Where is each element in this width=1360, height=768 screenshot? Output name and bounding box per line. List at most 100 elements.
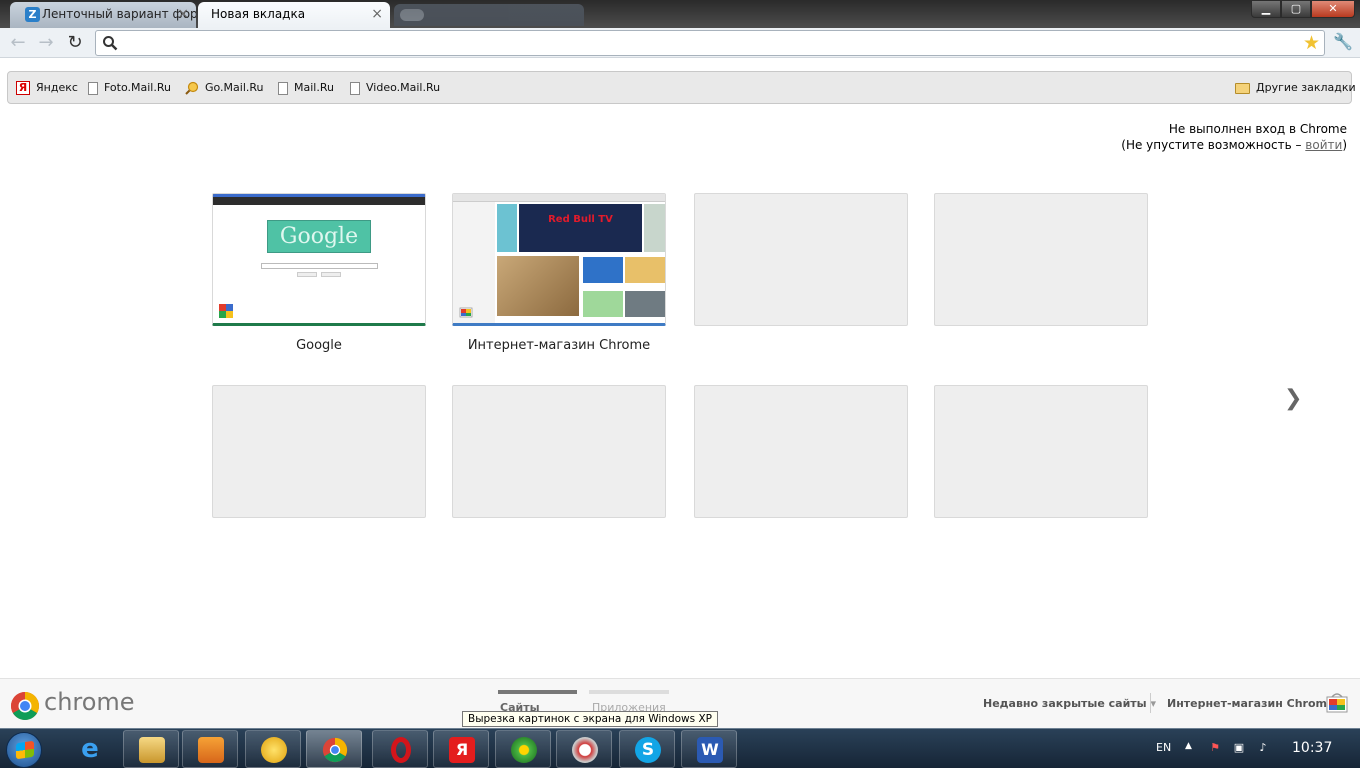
search-icon xyxy=(103,36,118,51)
thumbnail-button xyxy=(297,272,317,277)
thumbnail-empty xyxy=(452,385,666,518)
redbull-banner: Red Bull TV xyxy=(519,204,642,252)
bookmarks-bar: Я Яндекс Foto.Mail.Ru Go.Mail.Ru Mail.Ru … xyxy=(7,71,1356,104)
taskbar-media-player[interactable] xyxy=(182,730,238,768)
volume-icon[interactable]: ♪ xyxy=(1256,741,1270,755)
media-player-icon xyxy=(198,737,224,763)
taskbar-skype[interactable]: S xyxy=(619,730,675,768)
globe-icon xyxy=(261,737,287,763)
google-doodle: Google xyxy=(267,220,371,253)
opera-icon xyxy=(391,737,411,763)
thumbnail-app-tile xyxy=(625,257,665,283)
bookmark-label: Video.Mail.Ru xyxy=(366,81,441,94)
signin-link[interactable]: войти xyxy=(1305,138,1342,152)
webstore-icon xyxy=(459,307,473,318)
bookmark-label: Foto.Mail.Ru xyxy=(104,81,171,94)
signin-notice: Не выполнен вход в Chrome (Не упустите в… xyxy=(1121,121,1347,153)
taskbar-snipping-tool[interactable] xyxy=(556,730,612,768)
thumbnail-chrome-store[interactable]: Red Bull TV xyxy=(452,193,666,326)
signin-promo-text: (Не упустите возможность – xyxy=(1121,138,1302,152)
start-button[interactable] xyxy=(6,732,42,768)
new-tab-icon xyxy=(400,9,424,21)
taskbar-explorer[interactable] xyxy=(123,730,179,768)
other-bookmarks-label: Другие закладки xyxy=(1256,81,1356,94)
minimize-button[interactable]: ▁ xyxy=(1251,0,1281,18)
pager-indicator-sites[interactable] xyxy=(498,690,577,694)
bookmark-mail[interactable]: Mail.Ru xyxy=(278,72,334,103)
bookmark-label: Go.Mail.Ru xyxy=(205,81,264,94)
taskbar-yandex[interactable]: Я xyxy=(433,730,489,768)
tab-label: Новая вкладка xyxy=(211,7,306,21)
page-icon xyxy=(350,81,360,95)
thumbnail-google[interactable]: Google xyxy=(212,193,426,326)
google-favicon-icon xyxy=(219,304,233,318)
tab-new-tab[interactable]: Новая вкладка × xyxy=(198,2,390,28)
thumbnail-empty xyxy=(694,385,908,518)
scissors-icon xyxy=(572,737,598,763)
system-clock[interactable]: 10:37 xyxy=(1292,740,1332,756)
forward-button[interactable]: → xyxy=(34,31,58,55)
other-bookmarks[interactable]: Другие закладки xyxy=(1235,72,1356,103)
bookmark-go-mail[interactable]: Go.Mail.Ru xyxy=(185,72,264,103)
back-button[interactable]: ← xyxy=(6,31,30,55)
tab-favicon-z: Z xyxy=(25,7,40,22)
bookmark-yandex[interactable]: Я Яндекс xyxy=(16,72,78,103)
icq-flower-icon xyxy=(511,737,537,763)
thumbnail-empty xyxy=(934,193,1148,326)
taskbar-internet-explorer[interactable]: e xyxy=(62,730,118,768)
next-page-arrow-icon[interactable]: ❯ xyxy=(1284,386,1302,411)
address-input[interactable] xyxy=(122,33,1292,53)
taskbar-chrome[interactable] xyxy=(306,730,362,768)
skype-icon: S xyxy=(635,737,661,763)
chrome-wordmark: chrome xyxy=(44,688,135,716)
bookmark-star-icon[interactable]: ★ xyxy=(1303,32,1320,54)
webstore-icon[interactable] xyxy=(1326,691,1348,713)
word-icon: W xyxy=(697,737,723,763)
maximize-button[interactable]: ▢ xyxy=(1281,0,1311,18)
action-center-flag-icon[interactable]: ⚑ xyxy=(1208,741,1222,755)
tab-forum[interactable]: Z Ленточный вариант фору × xyxy=(10,2,196,28)
bookmark-foto-mail[interactable]: Foto.Mail.Ru xyxy=(88,72,171,103)
thumbnail-app-tile xyxy=(583,257,623,283)
close-icon[interactable]: × xyxy=(177,2,189,26)
search-icon xyxy=(185,81,199,95)
signin-promo-suffix: ) xyxy=(1342,138,1347,152)
bookmark-label: Mail.Ru xyxy=(294,81,334,94)
recently-closed-label: Недавно закрытые сайты xyxy=(983,697,1147,710)
thumbnail-app-tile xyxy=(583,291,623,317)
page-icon xyxy=(278,81,288,95)
taskbar-globe-app[interactable] xyxy=(245,730,301,768)
folder-icon xyxy=(1235,82,1250,94)
recently-closed-menu[interactable]: Недавно закрытые сайты ▾ xyxy=(983,697,1156,710)
language-indicator[interactable]: EN xyxy=(1156,741,1171,754)
thumbnail-toolbar xyxy=(453,194,665,202)
taskbar-icq[interactable] xyxy=(495,730,551,768)
close-icon[interactable]: × xyxy=(371,2,383,26)
thumbnail-banner-right xyxy=(644,204,665,252)
taskbar-word[interactable]: W xyxy=(681,730,737,768)
wrench-menu-icon[interactable]: 🔧 xyxy=(1333,32,1353,52)
new-tab-button[interactable] xyxy=(394,4,584,26)
doodle-text: Google xyxy=(279,224,359,249)
chrome-logo-icon xyxy=(11,692,39,720)
omnibox[interactable]: ★ xyxy=(95,30,1325,56)
bookmark-video-mail[interactable]: Video.Mail.Ru xyxy=(350,72,440,103)
yandex-icon: Я xyxy=(449,737,475,763)
thumbnail-title[interactable]: Интернет-магазин Chrome xyxy=(409,338,709,353)
reload-button[interactable]: ↻ xyxy=(63,31,87,55)
yandex-icon: Я xyxy=(16,81,30,95)
network-icon[interactable]: ▣ xyxy=(1232,741,1246,755)
close-window-button[interactable]: ✕ xyxy=(1311,0,1355,18)
chevron-down-icon: ▾ xyxy=(1150,697,1156,710)
thumbnail-toolbar xyxy=(213,194,425,205)
thumbnail-artwork xyxy=(497,256,579,316)
pager-indicator-apps[interactable] xyxy=(589,690,669,694)
taskbar-opera[interactable] xyxy=(372,730,428,768)
window-controls: ▁ ▢ ✕ xyxy=(1251,0,1355,18)
thumbnail-empty xyxy=(934,385,1148,518)
taskbar-tooltip: Вырезка картинок с экрана для Windows XP xyxy=(462,711,718,727)
windows-taskbar: e Я S W EN ▲ ⚑ ▣ ♪ 10:37 xyxy=(0,728,1360,768)
signin-promo: (Не упустите возможность – войти) xyxy=(1121,137,1347,153)
webstore-link[interactable]: Интернет-магазин Chrome xyxy=(1167,697,1334,710)
show-hidden-icons-icon[interactable]: ▲ xyxy=(1185,741,1192,751)
